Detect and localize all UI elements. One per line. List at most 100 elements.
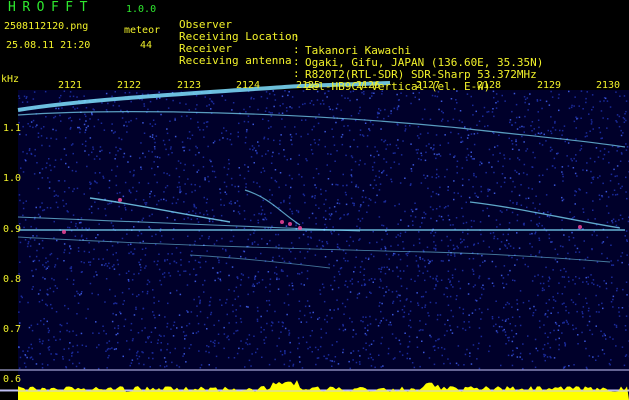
noise-pixel (439, 314, 442, 316)
noise-pixel (397, 310, 399, 313)
noise-pixel (400, 154, 403, 156)
noise-pixel (332, 115, 335, 118)
noise-pixel (578, 277, 581, 280)
noise-pixel (502, 165, 504, 168)
noise-pixel (618, 307, 620, 309)
noise-pixel (142, 217, 145, 220)
noise-pixel (98, 258, 100, 260)
noise-pixel (68, 226, 71, 229)
noise-pixel (417, 264, 419, 267)
noise-pixel (537, 119, 540, 121)
noise-pixel (495, 102, 497, 104)
noise-pixel (382, 170, 384, 173)
noise-pixel (403, 311, 406, 314)
noise-pixel (482, 284, 484, 286)
noise-pixel (81, 227, 83, 229)
noise-pixel (84, 150, 86, 152)
noise-pixel (88, 227, 90, 230)
noise-pixel (306, 277, 309, 280)
noise-pixel (349, 236, 352, 238)
noise-pixel (194, 212, 197, 215)
noise-pixel (591, 333, 594, 336)
noise-pixel (533, 128, 535, 130)
noise-pixel (318, 317, 321, 319)
noise-pixel (18, 346, 20, 349)
noise-pixel (608, 161, 610, 164)
noise-pixel (534, 133, 537, 136)
noise-pixel (557, 97, 560, 99)
noise-pixel (219, 278, 221, 281)
noise-pixel (491, 250, 494, 252)
noise-pixel (148, 357, 150, 359)
noise-pixel (135, 354, 138, 357)
noise-pixel (389, 143, 391, 146)
noise-pixel (501, 319, 504, 321)
noise-pixel (314, 346, 317, 349)
noise-pixel (602, 158, 604, 160)
noise-pixel (337, 184, 339, 186)
noise-pixel (457, 345, 460, 347)
noise-pixel (384, 108, 386, 111)
noise-pixel (425, 145, 428, 147)
noise-pixel (147, 337, 149, 340)
noise-pixel (216, 239, 218, 242)
noise-pixel (563, 268, 565, 270)
noise-pixel (336, 299, 338, 301)
noise-pixel (340, 136, 343, 138)
noise-pixel (106, 249, 108, 251)
noise-pixel (429, 206, 432, 208)
noise-pixel (395, 290, 398, 293)
noise-pixel (504, 100, 506, 102)
noise-pixel (491, 260, 494, 263)
noise-pixel (423, 211, 425, 214)
noise-pixel (377, 154, 380, 156)
noise-pixel (345, 280, 347, 282)
noise-pixel (225, 185, 228, 188)
noise-pixel (140, 232, 143, 235)
noise-pixel (518, 316, 521, 318)
noise-pixel (431, 176, 433, 178)
noise-pixel (466, 348, 468, 351)
noise-pixel (138, 261, 140, 264)
noise-pixel (223, 166, 226, 169)
noise-pixel (204, 179, 206, 181)
noise-pixel (328, 213, 331, 215)
noise-pixel (32, 260, 35, 263)
noise-pixel (128, 348, 131, 351)
noise-pixel (591, 109, 593, 111)
noise-pixel (68, 330, 71, 333)
noise-pixel (548, 237, 551, 240)
noise-pixel (357, 281, 359, 283)
noise-pixel (141, 291, 144, 293)
noise-pixel (135, 117, 138, 120)
noise-pixel (311, 196, 313, 198)
noise-pixel (548, 285, 550, 287)
noise-pixel (63, 191, 66, 193)
noise-pixel (503, 306, 505, 309)
noise-pixel (416, 135, 419, 137)
noise-pixel (274, 272, 276, 274)
noise-pixel (23, 95, 26, 98)
noise-pixel (438, 215, 441, 217)
noise-pixel (228, 162, 230, 165)
noise-pixel (94, 181, 97, 183)
noise-pixel (410, 102, 412, 105)
noise-pixel (243, 250, 246, 253)
noise-pixel (488, 215, 490, 217)
noise-pixel (489, 232, 492, 235)
noise-pixel (333, 360, 336, 363)
noise-pixel (197, 261, 200, 263)
noise-pixel (98, 332, 100, 334)
noise-pixel (109, 202, 111, 205)
noise-pixel (380, 248, 382, 250)
noise-pixel (408, 340, 411, 343)
noise-pixel (539, 133, 541, 135)
noise-pixel (147, 182, 150, 185)
noise-pixel (550, 312, 552, 314)
noise-pixel (80, 271, 83, 273)
noise-pixel (592, 176, 595, 178)
noise-pixel (428, 357, 431, 359)
noise-pixel (330, 153, 332, 155)
noise-pixel (538, 126, 540, 129)
noise-pixel (469, 352, 471, 354)
